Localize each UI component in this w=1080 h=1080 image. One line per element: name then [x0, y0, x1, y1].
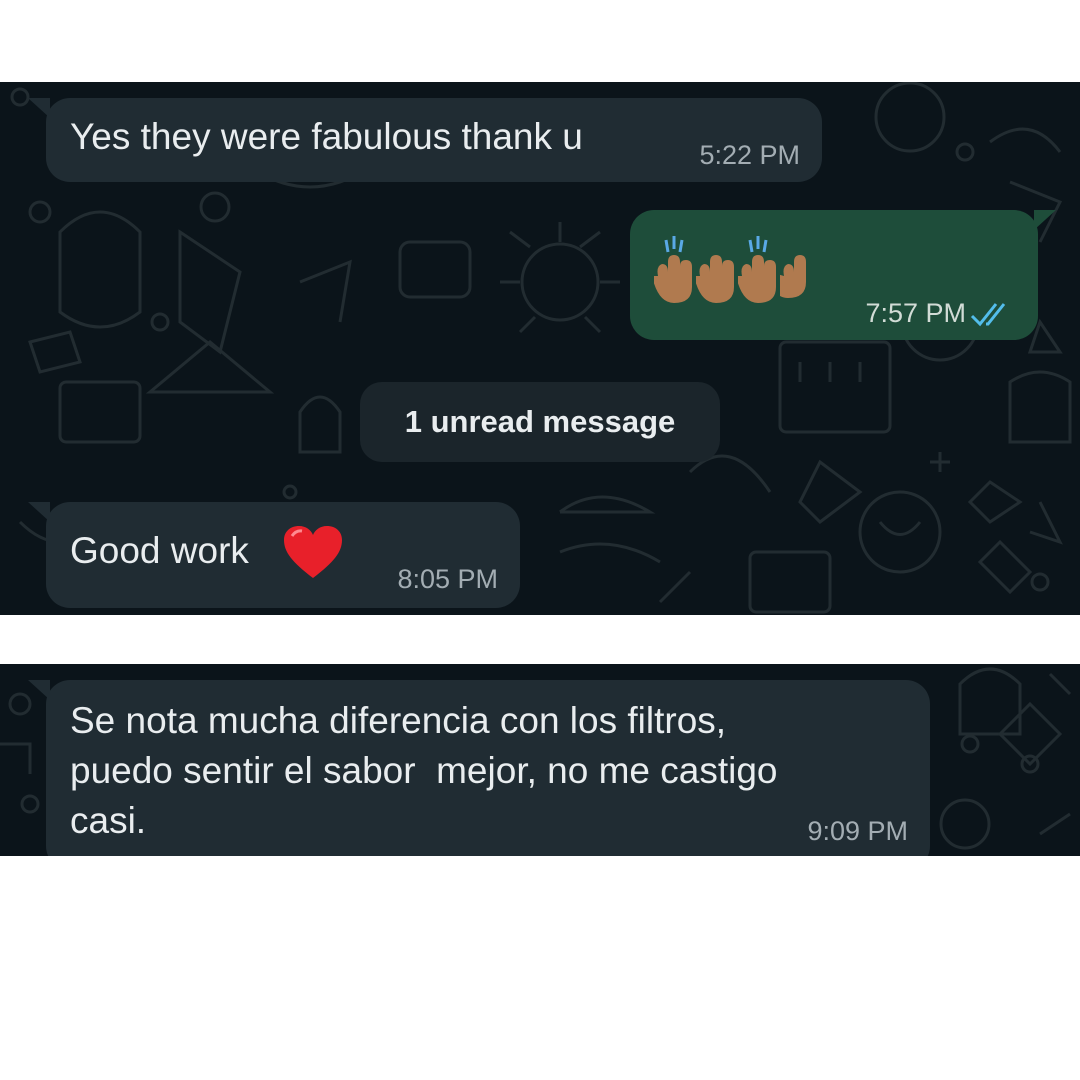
- message-timestamp: 8:05 PM: [397, 564, 498, 594]
- unread-messages-divider: 1 unread message: [360, 382, 720, 462]
- raising-hands-icon: [654, 236, 692, 303]
- bubble-tail: [28, 502, 50, 522]
- raising-hands-icon: [738, 236, 776, 303]
- bubble-tail: [28, 680, 50, 700]
- message-text: Yes they were fabulous thank u: [70, 116, 583, 157]
- raising-hands-icon: [696, 255, 734, 303]
- chat-panel-bottom[interactable]: Se nota mucha diferencia con los filtros…: [0, 664, 1080, 856]
- red-heart-icon: [284, 526, 342, 578]
- bubble-tail: [28, 98, 50, 118]
- message-text: Good work: [70, 530, 249, 571]
- incoming-message-bubble[interactable]: Good work 8:05 PM: [46, 502, 520, 608]
- double-check-icon: [970, 303, 1006, 327]
- chat-panel-top[interactable]: Yes they were fabulous thank u 5:22 PM 7…: [0, 82, 1080, 615]
- unread-label: 1 unread message: [404, 404, 676, 439]
- raising-hands-icon: [780, 255, 806, 298]
- message-timestamp: 5:22 PM: [699, 140, 800, 170]
- message-timestamp: 7:57 PM: [865, 298, 966, 328]
- outgoing-message-bubble[interactable]: 7:57 PM: [630, 210, 1038, 340]
- message-text: Se nota mucha diferencia con los filtros…: [70, 700, 778, 841]
- incoming-message-bubble[interactable]: Yes they were fabulous thank u 5:22 PM: [46, 98, 822, 182]
- message-timestamp: 9:09 PM: [807, 816, 908, 846]
- emoji-row: [654, 236, 820, 308]
- screenshot-collage: Yes they were fabulous thank u 5:22 PM 7…: [0, 0, 1080, 1080]
- incoming-message-bubble[interactable]: Se nota mucha diferencia con los filtros…: [46, 680, 930, 856]
- bubble-tail: [1034, 210, 1056, 230]
